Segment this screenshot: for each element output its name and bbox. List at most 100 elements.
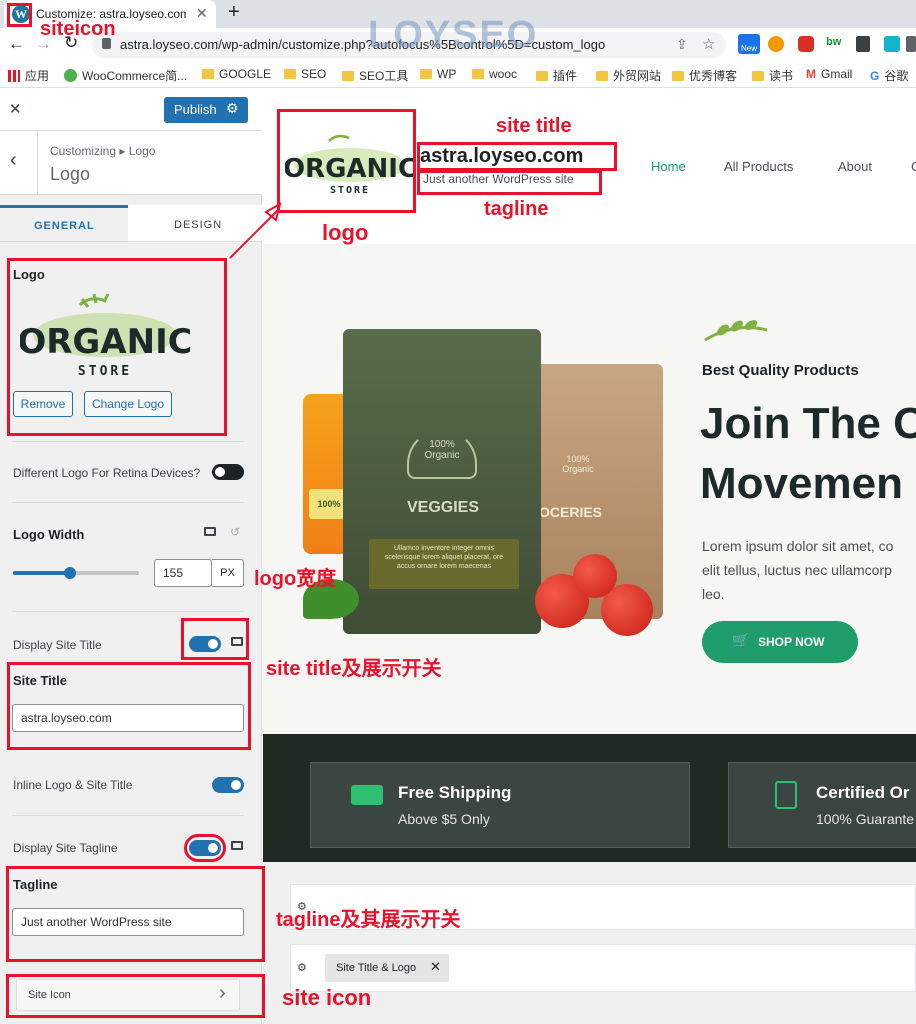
retina-logo-label: Different Logo For Retina Devices? [13,466,201,480]
inline-logo-site-title-toggle[interactable] [212,777,244,793]
share-icon[interactable]: ⇪ [676,36,688,53]
folder-icon [420,69,432,79]
hero-text-line2: elit tellus, luctus nec ullamcorp [702,562,892,578]
annotation-box-logo-preview [277,109,416,213]
annotation-site-icon: site icon [282,985,372,1010]
bookmark-label: Gmail [821,67,853,81]
extension-new-label: New [740,44,757,53]
bookmark-label: 插件 [553,69,578,83]
nav-about[interactable]: About [838,159,872,174]
feature-card-shipping: Free Shipping Above $5 Only [310,762,690,848]
annotation-logo: logo [322,220,369,245]
bookmark-star-icon[interactable]: ☆ [702,35,715,53]
inline-logo-site-title-label: Inline Logo & Site Title [13,778,133,792]
bookmark-label: 读书 [769,69,794,83]
bookmark-label: WP [437,67,457,81]
nav-home[interactable]: Home [651,159,686,174]
extension-orange-icon[interactable] [768,36,784,52]
hero-kicker: Best Quality Products [702,362,859,379]
logo-width-slider[interactable] [13,567,139,579]
logo-width-unit[interactable]: PX [212,559,244,587]
toggle-knob [215,467,225,477]
folder-icon [672,70,684,81]
annotation-logo-width: logo宽度 [254,568,337,590]
tab-general[interactable]: GENERAL [0,205,128,241]
back-icon[interactable]: ← [8,34,25,54]
cart-icon: 🛒 [732,632,750,648]
customizer-header: ✕ Publish ⚙ [0,89,262,131]
extension-red-icon[interactable] [798,36,814,52]
feature-sub: 100% Guarante [816,811,915,827]
folder-icon [284,69,296,79]
bag-label-panel: Ullamco inventore integer omnis sceleris… [369,539,519,589]
chevron-left-icon: ‹ [10,149,17,171]
retina-logo-toggle[interactable] [212,464,244,480]
truck-icon [351,785,383,805]
folder-icon [202,69,214,79]
bookmark-trade-sites[interactable]: 外贸网站 [596,67,661,84]
bookmark-gmail[interactable]: M Gmail [806,67,852,81]
extension-bw-icon[interactable]: bw [826,36,841,48]
new-tab-button[interactable]: + [228,1,240,24]
annotation-site-title: site title [496,115,572,137]
tabs-divider [0,241,262,242]
bookmark-label: 外贸网站 [613,69,662,83]
back-to-panel-button[interactable]: ‹ [0,131,38,195]
extension-teal-icon[interactable] [884,36,900,52]
annotation-box-tagline-toggle [184,834,226,862]
divider [12,441,244,442]
bookmark-apps[interactable]: 应用 [8,67,49,84]
bookmark-plugins[interactable]: 插件 [536,67,577,84]
close-tab-icon[interactable]: ✕ [196,5,208,22]
close-customizer-icon[interactable]: ✕ [9,100,22,118]
shop-now-button[interactable]: 🛒 SHOP NOW [702,621,858,663]
nav-contact[interactable]: C [911,159,916,174]
slider-fill [13,571,70,575]
bookmark-wp[interactable]: WP [420,67,456,81]
folder-icon [596,70,608,81]
certificate-icon [775,781,797,809]
extension-new-icon[interactable]: New [738,34,760,54]
display-site-tagline-label: Display Site Tagline [13,841,118,855]
desktop-device-icon[interactable] [204,527,216,536]
slider-thumb[interactable] [63,567,76,579]
annotation-box-tagline [417,170,602,195]
gmail-icon: M [806,67,816,81]
woo-globe-icon [64,69,77,82]
site-title-logo-chip[interactable]: Site Title & Logo ✕ [325,954,449,982]
bookmark-label: 应用 [25,69,50,83]
bookmark-reading[interactable]: 读书 [752,67,793,84]
bookmark-woocommerce[interactable]: WooCommerce简... [64,67,187,84]
bag-badge: 100% Organic [562,454,594,474]
desktop-device-icon[interactable] [231,841,243,850]
reset-icon[interactable]: ↺ [230,525,240,539]
bag-badge: 100% Organic [424,439,460,461]
bookmark-label: SEO [301,67,327,81]
shop-now-label: SHOP NOW [758,635,825,649]
divider [12,502,244,503]
remove-chip-icon[interactable]: ✕ [430,959,441,975]
bookmark-google-cn[interactable]: G 谷歌 [870,67,908,84]
row-settings-gear-icon[interactable]: ⚙ [297,961,307,974]
publish-settings-gear-icon[interactable]: ⚙ [226,100,239,117]
bookmark-seo-tools[interactable]: SEO工具 [342,67,408,84]
annotation-site-title-toggle: site title及展示开关 [266,658,442,680]
logo-width-input[interactable]: 155 [154,559,212,587]
feature-title: Free Shipping [398,783,512,802]
bookmark-seo[interactable]: SEO [284,67,326,81]
bookmark-blogs[interactable]: 优秀博客 [672,67,737,84]
annotation-box-site-title-toggle [181,618,249,660]
hero-title-line2: Movemen [700,459,903,508]
annotation-box-site-title [417,142,617,171]
nav-all-products[interactable]: All Products [724,159,793,174]
annotation-tagline: tagline [484,198,549,220]
logo-width-label: Logo Width [13,527,85,542]
bag-name: OCERIES [539,504,603,520]
bookmark-wooc[interactable]: wooc [472,67,517,81]
bookmark-google[interactable]: GOOGLE [202,67,271,81]
feature-title: Certified Or [816,783,910,802]
hero-text-line1: Lorem ipsum dolor sit amet, co [702,538,894,554]
extension-grid-icon[interactable] [856,36,870,52]
extensions-puzzle-icon[interactable] [906,36,916,52]
publish-button[interactable]: Publish ⚙ [164,97,248,123]
